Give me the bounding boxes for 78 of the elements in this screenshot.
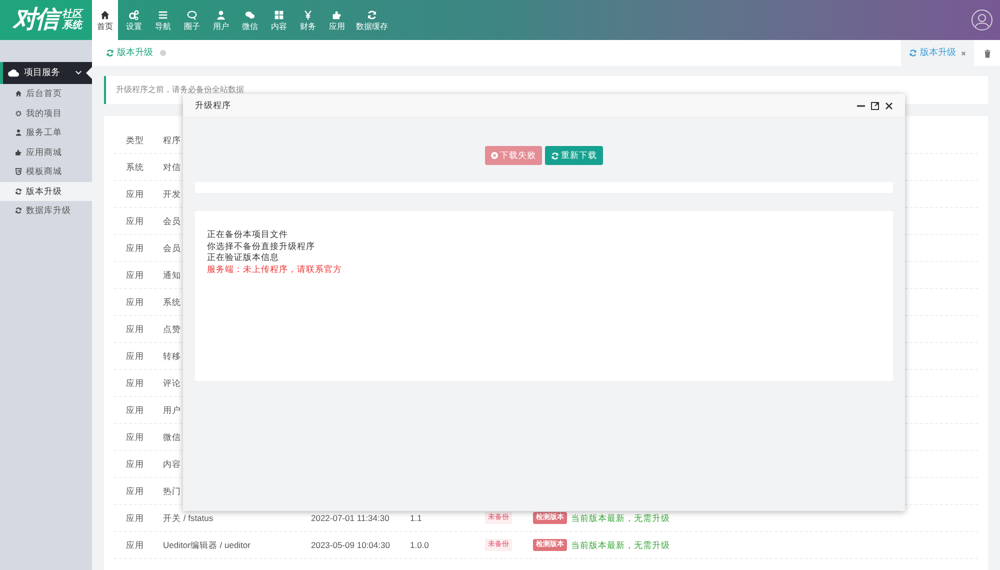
table-cell: 应用 — [126, 296, 144, 308]
table-cell: 评论 — [163, 376, 181, 390]
table-cell: 当前版本最新，无需升级 — [571, 538, 670, 552]
nav-item[interactable]: 内容 — [266, 0, 292, 40]
sidebar-item[interactable]: 应用商城 — [0, 142, 92, 162]
breadcrumb: 版本升级 — [117, 46, 153, 60]
table-cell: 应用 — [126, 268, 144, 282]
table-cell: 对信 — [163, 160, 181, 174]
table-cell: Ueditor编辑器 / ueditor — [163, 538, 250, 552]
page-tab[interactable]: 版本升级 — [901, 40, 974, 66]
log-line: 你选择不备份直接升级程序 — [207, 240, 316, 252]
table-cell: 应用 — [126, 214, 144, 228]
logo-subtext: 系统 — [62, 20, 82, 31]
table-cell: 开发 — [163, 188, 181, 200]
sidebar-item[interactable]: 服务工单 — [0, 123, 92, 142]
table-cell: 转移 — [163, 350, 181, 362]
close-icon[interactable] — [885, 102, 893, 110]
logo-subtext: 社区 — [62, 9, 82, 20]
log-line: 服务端：未上传程序，请联系官方 — [207, 264, 343, 275]
table-cell: 通知 — [163, 268, 181, 282]
nav-item[interactable]: 应用 — [324, 0, 350, 40]
nav-item[interactable]: 首页 — [92, 0, 118, 40]
nav-item[interactable]: 导航 — [150, 0, 176, 40]
table-cell: 开关 / fstatus — [163, 512, 214, 524]
nav-item[interactable]: 数据缓存 — [353, 0, 391, 40]
sidebar-item[interactable]: 版本升级 — [0, 182, 92, 201]
sidebar-group[interactable]: 项目服务 — [0, 62, 92, 84]
pointer-notch-icon — [86, 67, 92, 79]
sidebar-item[interactable]: 我的项目 — [0, 104, 92, 123]
logo-text: 对信 — [10, 5, 60, 35]
avatar-icon[interactable] — [971, 9, 993, 31]
table-cell: 应用 — [126, 404, 144, 416]
table-cell: 2023-05-09 10:04:30 — [311, 538, 390, 552]
table-cell: 会员 — [163, 214, 181, 228]
log-line: 正在备份本项目文件 — [207, 229, 289, 240]
nav-item[interactable]: 用户 — [208, 0, 234, 40]
table-cell: 应用 — [126, 458, 144, 470]
table-cell: 应用 — [126, 484, 144, 498]
sidebar-item[interactable]: 模板商城 — [0, 162, 92, 182]
table-cell: 内容 — [163, 458, 181, 470]
refresh-icon — [909, 49, 917, 57]
refresh-icon — [551, 152, 559, 160]
table-cell: 应用 — [126, 350, 144, 362]
table-cell: 应用 — [126, 512, 144, 524]
nav-item[interactable]: 财务 — [295, 0, 321, 40]
cloud-icon — [8, 69, 19, 77]
download-failed-button[interactable]: 下载失败 — [485, 146, 542, 165]
sidebar-item[interactable]: 后台首页 — [0, 84, 92, 104]
table-cell: 1.0.0 — [410, 538, 429, 552]
sidebar-item[interactable]: 数据库升级 — [0, 201, 92, 220]
column-header: 类型 — [126, 134, 144, 146]
table-cell: 会员 — [163, 242, 181, 254]
table-cell: 系统 — [126, 160, 144, 174]
nav-item[interactable]: 圈子 — [179, 0, 205, 40]
table-cell: 应用 — [126, 188, 144, 200]
nav-item[interactable]: 微信 — [237, 0, 263, 40]
table-cell: 用户 — [163, 404, 181, 416]
log-line: 正在验证版本信息 — [207, 252, 280, 264]
table-cell: 微信 — [163, 430, 181, 444]
refresh-icon — [106, 49, 114, 57]
maximize-icon[interactable] — [871, 102, 879, 110]
trash-icon[interactable] — [984, 48, 990, 58]
table-cell: 系统 — [163, 296, 181, 308]
table-cell: 应用 — [126, 538, 144, 552]
column-header: 程序 — [163, 134, 181, 146]
sidebar-group-label: 项目服务 — [24, 66, 60, 80]
table-cell: 应用 — [126, 242, 144, 254]
table-cell: 应用 — [126, 376, 144, 390]
table-cell: 1.1 — [410, 512, 422, 524]
table-cell: 2022-07-01 11:34:30 — [311, 512, 390, 524]
nav-item[interactable]: 设置 — [121, 0, 147, 40]
table-cell: 点赞 — [163, 322, 181, 336]
table-cell: 应用 — [126, 322, 144, 336]
redownload-button[interactable]: 重新下载 — [545, 146, 603, 165]
table-cell: 当前版本最新，无需升级 — [571, 512, 670, 524]
table-cell: 应用 — [126, 430, 144, 444]
table-cell: 热门 — [163, 484, 181, 498]
error-icon — [491, 152, 498, 159]
